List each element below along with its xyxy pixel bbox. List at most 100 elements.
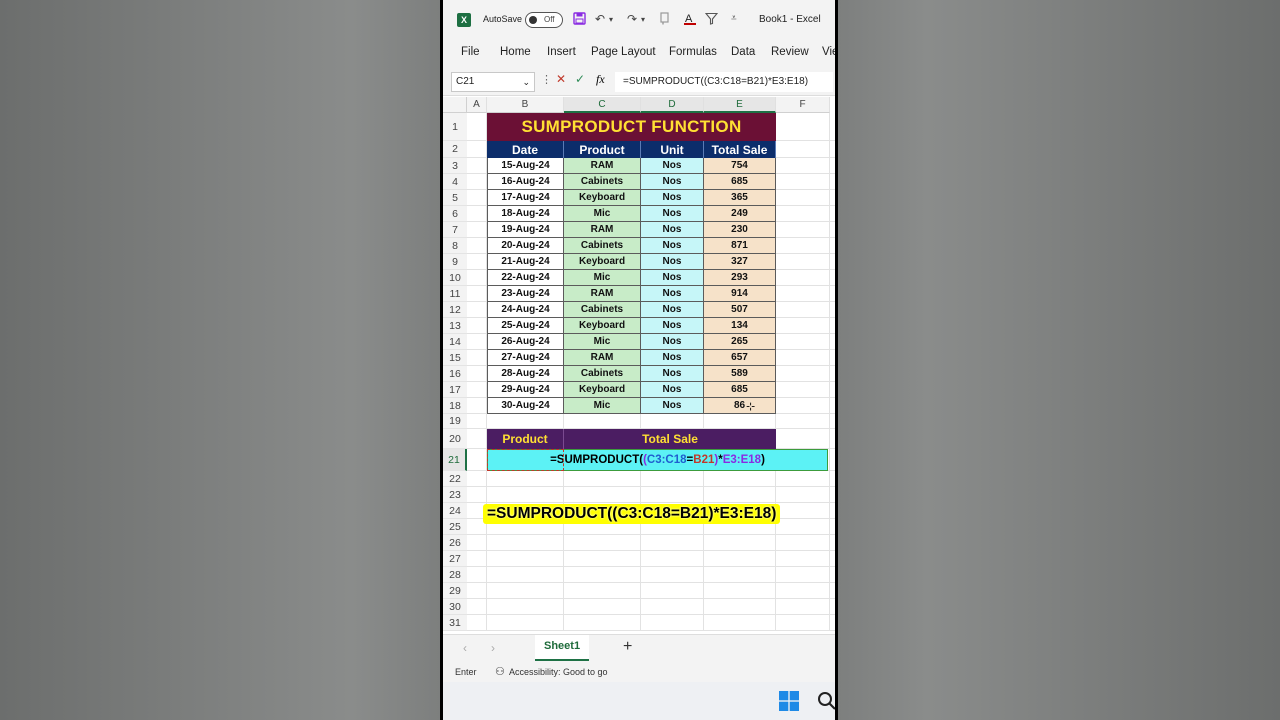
table-cell[interactable]: Nos: [641, 254, 704, 270]
table-cell[interactable]: Keyboard: [564, 190, 641, 206]
more-options-icon[interactable]: ⋮: [541, 73, 552, 86]
row-header-6[interactable]: 6: [443, 206, 467, 222]
row-header-31[interactable]: 31: [443, 615, 467, 631]
row-header-11[interactable]: 11: [443, 286, 467, 302]
table-cell[interactable]: 657: [704, 350, 776, 366]
row-header-5[interactable]: 5: [443, 190, 467, 206]
table-cell[interactable]: Nos: [641, 366, 704, 382]
cancel-icon[interactable]: ✕: [556, 72, 566, 86]
sheet-tab-sheet1[interactable]: Sheet1: [535, 635, 589, 661]
insert-function-icon[interactable]: fx: [596, 72, 605, 87]
table-cell[interactable]: 230: [704, 222, 776, 238]
save-icon[interactable]: [573, 12, 586, 28]
table-cell[interactable]: 293: [704, 270, 776, 286]
row-header-18[interactable]: 18: [443, 398, 467, 414]
table-cell[interactable]: 25-Aug-24: [487, 318, 564, 334]
row-header-9[interactable]: 9: [443, 254, 467, 270]
table-cell[interactable]: 685: [704, 382, 776, 398]
table-cell[interactable]: 265: [704, 334, 776, 350]
table-cell[interactable]: Nos: [641, 206, 704, 222]
name-box[interactable]: C21 ⌄: [451, 72, 535, 92]
table-cell[interactable]: 18-Aug-24: [487, 206, 564, 222]
row-header-23[interactable]: 23: [443, 487, 467, 503]
accessibility-icon[interactable]: ⚇: [495, 665, 505, 678]
table-cell[interactable]: Nos: [641, 174, 704, 190]
taskbar-search-icon[interactable]: [817, 691, 835, 711]
font-color-icon[interactable]: A: [683, 12, 697, 29]
filter-icon[interactable]: [704, 12, 719, 28]
table-cell[interactable]: Cabinets: [564, 366, 641, 382]
row-header-25[interactable]: 25: [443, 519, 467, 535]
table-cell[interactable]: Mic: [564, 270, 641, 286]
row-header-4[interactable]: 4: [443, 174, 467, 190]
table-cell[interactable]: Nos: [641, 318, 704, 334]
row-header-12[interactable]: 12: [443, 302, 467, 318]
table-cell[interactable]: Keyboard: [564, 318, 641, 334]
column-header-f[interactable]: F: [776, 97, 830, 113]
scroll-left-icon[interactable]: ‹: [463, 641, 467, 655]
worksheet-grid[interactable]: A B C D E F 1 2 3 4 5 6 7 8 9 10 11 12 13 14 15 16 17 18 19 20 21 2…: [443, 97, 835, 634]
row-header-2[interactable]: 2: [443, 141, 467, 158]
table-cell[interactable]: 29-Aug-24: [487, 382, 564, 398]
scroll-right-icon[interactable]: ›: [491, 641, 495, 655]
table-cell[interactable]: RAM: [564, 350, 641, 366]
formula-input[interactable]: =SUMPRODUCT((C3:C18=B21)*E3:E18): [615, 72, 833, 92]
table-cell[interactable]: 327: [704, 254, 776, 270]
table-cell[interactable]: Cabinets: [564, 302, 641, 318]
table-cell[interactable]: 21-Aug-24: [487, 254, 564, 270]
tab-page-layout[interactable]: Page Layout: [591, 46, 656, 58]
row-header-10[interactable]: 10: [443, 270, 467, 286]
table-cell[interactable]: Mic: [564, 206, 641, 222]
accessibility-status[interactable]: Accessibility: Good to go: [509, 667, 608, 677]
table-cell[interactable]: Nos: [641, 302, 704, 318]
table-cell[interactable]: Cabinets: [564, 174, 641, 190]
row-header-1[interactable]: 1: [443, 113, 467, 141]
table-cell[interactable]: Mic: [564, 334, 641, 350]
column-header-c[interactable]: C: [564, 97, 641, 113]
row-header-15[interactable]: 15: [443, 350, 467, 366]
add-sheet-button[interactable]: +: [623, 638, 632, 656]
row-header-16[interactable]: 16: [443, 366, 467, 382]
undo-dropdown-icon[interactable]: ▾: [609, 15, 613, 24]
enter-check-icon[interactable]: ✓: [575, 72, 585, 86]
row-header-21[interactable]: 21: [443, 449, 467, 471]
table-cell[interactable]: RAM: [564, 286, 641, 302]
column-header-a[interactable]: A: [467, 97, 487, 113]
tab-insert[interactable]: Insert: [547, 46, 576, 58]
row-header-14[interactable]: 14: [443, 334, 467, 350]
table-cell[interactable]: 249: [704, 206, 776, 222]
row-header-22[interactable]: 22: [443, 471, 467, 487]
row-header-30[interactable]: 30: [443, 599, 467, 615]
row-header-24[interactable]: 24: [443, 503, 467, 519]
tab-formulas[interactable]: Formulas: [669, 46, 717, 58]
table-cell[interactable]: 16-Aug-24: [487, 174, 564, 190]
row-header-28[interactable]: 28: [443, 567, 467, 583]
chevron-down-icon[interactable]: ⌄: [522, 73, 530, 91]
table-cell[interactable]: Nos: [641, 158, 704, 174]
undo-icon[interactable]: ↶: [595, 12, 605, 26]
table-cell[interactable]: 17-Aug-24: [487, 190, 564, 206]
table-cell[interactable]: 27-Aug-24: [487, 350, 564, 366]
tab-view[interactable]: Vie: [822, 46, 835, 58]
table-cell[interactable]: Keyboard: [564, 382, 641, 398]
table-cell[interactable]: 685: [704, 174, 776, 190]
table-cell[interactable]: 365: [704, 190, 776, 206]
row-header-20[interactable]: 20: [443, 429, 467, 449]
table-cell[interactable]: 15-Aug-24: [487, 158, 564, 174]
column-header-b[interactable]: B: [487, 97, 564, 113]
tab-home[interactable]: Home: [500, 46, 531, 58]
table-cell[interactable]: 86: [704, 398, 776, 414]
row-header-29[interactable]: 29: [443, 583, 467, 599]
redo-dropdown-icon[interactable]: ▾: [641, 15, 645, 24]
row-header-26[interactable]: 26: [443, 535, 467, 551]
row-header-13[interactable]: 13: [443, 318, 467, 334]
table-cell[interactable]: RAM: [564, 222, 641, 238]
row-header-7[interactable]: 7: [443, 222, 467, 238]
table-cell[interactable]: Nos: [641, 222, 704, 238]
table-cell[interactable]: Nos: [641, 382, 704, 398]
table-cell[interactable]: Nos: [641, 270, 704, 286]
table-cell[interactable]: Nos: [641, 286, 704, 302]
row-header-8[interactable]: 8: [443, 238, 467, 254]
table-cell[interactable]: Keyboard: [564, 254, 641, 270]
table-cell[interactable]: RAM: [564, 158, 641, 174]
